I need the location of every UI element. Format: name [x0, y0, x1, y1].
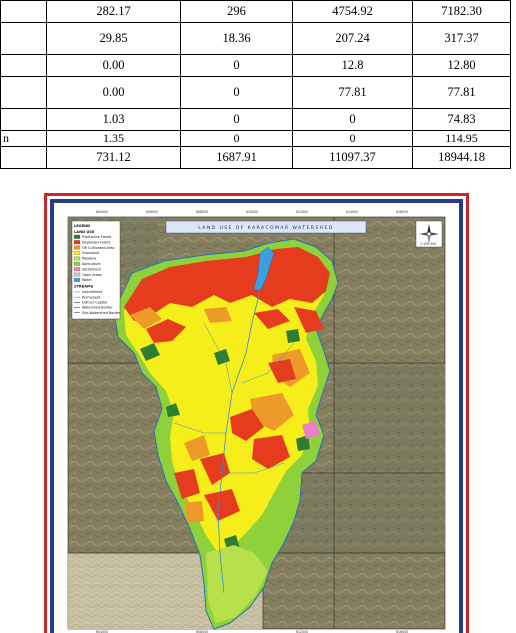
map-scale: 1:100 000 — [420, 242, 436, 246]
legend-label: Productive Forest — [82, 235, 112, 239]
land-use-map-svg: 604000 606000 608000 610000 612000 61400… — [54, 203, 459, 633]
map-title: LAND USE OF KARACOMAR WATERSHED — [198, 225, 334, 231]
row-label-cell — [0, 54, 47, 77]
legend-label: District Capital — [82, 301, 107, 305]
svg-text:604000: 604000 — [96, 210, 108, 214]
legend-swatch — [73, 278, 81, 282]
legend-label: Sub-Watershed Border — [82, 311, 121, 315]
table-cell: 114.95 — [412, 130, 511, 147]
legend-swatch — [73, 245, 81, 250]
legend-label: Meadow — [82, 257, 96, 261]
legend-label: Watershed Border — [82, 306, 113, 310]
land-use-map: 604000 606000 608000 610000 612000 61400… — [54, 203, 459, 633]
map-legend: LEGEND LAND USE Productive ForestDegrade… — [71, 220, 121, 320]
row-label-cell — [0, 146, 47, 169]
table-cell: 1687.91 — [180, 146, 293, 169]
map-title-banner: LAND USE OF KARACOMAR WATERSHED — [165, 220, 367, 234]
legend-label: Grassland — [82, 251, 99, 255]
table-cell: 0 — [292, 130, 413, 147]
topo-tile — [334, 363, 445, 473]
table-cell: 18944.18 — [412, 146, 511, 169]
table-cell: 1.03 — [46, 108, 181, 131]
legend-label: Degraded Forest — [82, 240, 111, 244]
table-cell: 0 — [180, 130, 293, 147]
table-cell: 77.81 — [292, 76, 413, 109]
legend-label: Intermittent — [82, 290, 103, 294]
table-cell: 7182.30 — [412, 0, 511, 23]
table-cell: 4754.92 — [292, 0, 413, 23]
table-cell: 1.35 — [46, 130, 181, 147]
legend-swatch — [73, 272, 81, 277]
row-label-cell: n — [0, 130, 47, 147]
legend-section-streams: STREAMS — [74, 285, 94, 289]
svg-text:612000: 612000 — [296, 210, 308, 214]
table-cell: 29.85 — [46, 22, 181, 55]
legend-swatch — [73, 267, 81, 272]
table-cell: 0 — [180, 108, 293, 131]
legend-swatch — [73, 251, 81, 255]
row-label-cell — [0, 108, 47, 131]
table-row: 0.00 0 77.81 77.81 — [0, 76, 511, 109]
table-cell: 0 — [180, 54, 293, 77]
svg-text:616000: 616000 — [396, 210, 408, 214]
table-cell: 207.24 — [292, 22, 413, 55]
table-row: 1.03 0 0 74.83 — [0, 108, 511, 131]
legend-label: Water — [82, 278, 93, 282]
table-cell: 0 — [292, 108, 413, 131]
table-cell: 77.81 — [412, 76, 511, 109]
table-cell: 11097.37 — [292, 146, 413, 169]
table-cell: 296 — [180, 0, 293, 23]
svg-text:614000: 614000 — [346, 210, 358, 214]
legend-label: Open Areas — [82, 273, 102, 277]
table-cell: 731.12 — [46, 146, 181, 169]
legend-section-land-use: LAND USE — [74, 230, 95, 234]
table-cell: 0 — [180, 76, 293, 109]
row-label-cell — [0, 76, 47, 109]
svg-text:608000: 608000 — [196, 210, 208, 214]
legend-label: Agriculture — [82, 262, 101, 266]
row-label-cell — [0, 22, 47, 55]
legend-heading: LEGEND — [74, 224, 90, 228]
table-cell: 12.80 — [412, 54, 511, 77]
legend-swatch — [73, 256, 81, 261]
table-cell: 74.83 — [412, 108, 511, 131]
legend-swatch — [73, 240, 81, 245]
table-cell: 0.00 — [46, 54, 181, 77]
legend-label: Settlement — [82, 267, 101, 271]
table-row: 282.17 296 4754.92 7182.30 — [0, 0, 511, 23]
svg-text:606000: 606000 — [146, 210, 158, 214]
svg-text:610000: 610000 — [246, 210, 258, 214]
table-cell: 18.36 — [180, 22, 293, 55]
table-row: 0.00 0 12.8 12.80 — [0, 54, 511, 77]
legend-label: OR Cultivated Area — [82, 246, 114, 250]
table-cell: 282.17 — [46, 0, 181, 23]
row-label-cell — [0, 0, 47, 23]
table-cell: 12.8 — [292, 54, 413, 77]
north-arrow-icon: 1:100 000 — [415, 220, 443, 248]
table-cell: 0.00 — [46, 76, 181, 109]
table-cell: 317.37 — [412, 22, 511, 55]
map-frame: 604000 606000 608000 610000 612000 61400… — [44, 193, 469, 633]
data-table: 282.17 296 4754.92 7182.30 29.85 18.36 207.24 3… — [0, 0, 511, 169]
legend-swatch — [73, 234, 81, 239]
table-row: 29.85 18.36 207.24 317.37 — [0, 22, 511, 55]
table-row: n 1.35 0 0 114.95 — [0, 130, 511, 147]
legend-label: Permanent — [82, 295, 101, 299]
legend-swatch — [73, 261, 81, 266]
table-row: 731.12 1687.91 11097.37 18944.18 — [0, 146, 511, 169]
